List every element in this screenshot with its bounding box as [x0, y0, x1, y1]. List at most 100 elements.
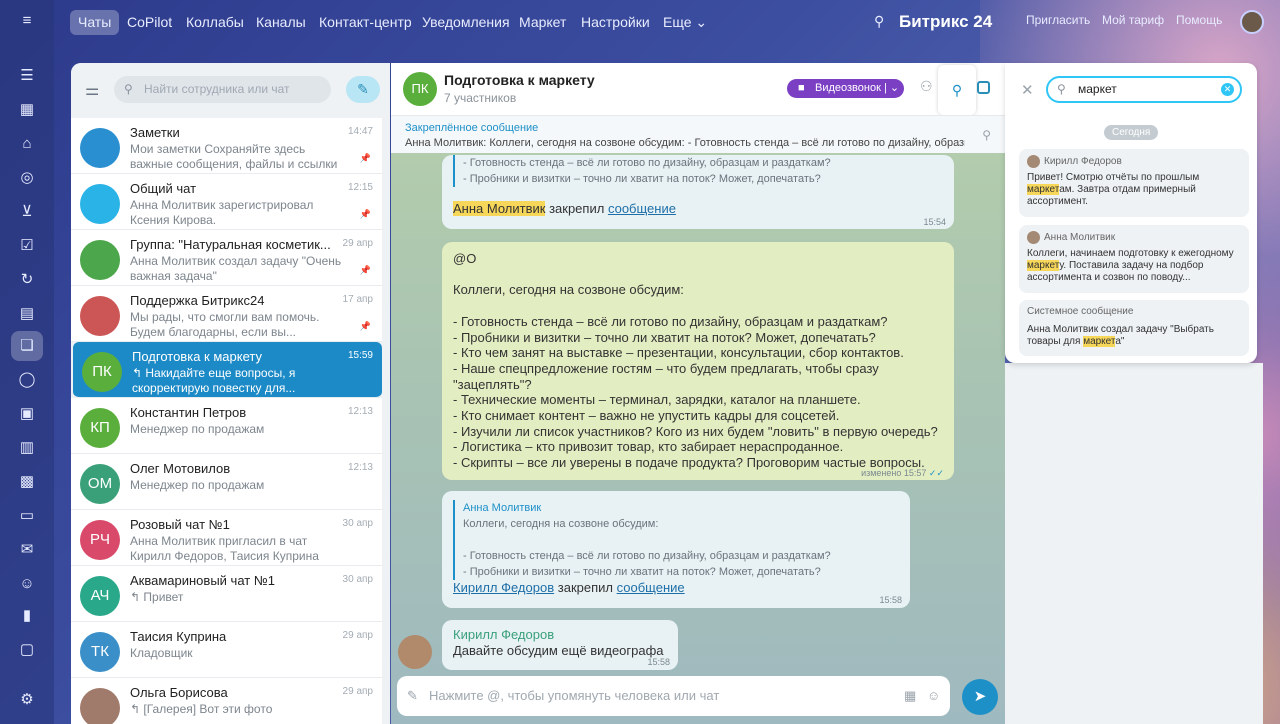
- bank-icon[interactable]: ⌂: [17, 134, 37, 154]
- add-user-icon[interactable]: ⚇: [920, 78, 933, 95]
- chat-list-item[interactable]: АЧ Аквамариновый чат №1 30 апр ↰ Привет: [71, 566, 382, 622]
- message-bubble[interactable]: Кирилл Федоров Давайте обсудим ещё видео…: [442, 620, 678, 670]
- message-link[interactable]: сообщение: [617, 580, 685, 595]
- search-result[interactable]: Системное сообщение Анна Молитвик создал …: [1019, 300, 1249, 356]
- tasks-icon[interactable]: ▦: [17, 100, 37, 120]
- chat-list-item[interactable]: ОМ Олег Мотовилов 12:13 Менеджер по продажа…: [71, 454, 382, 510]
- message-bubble-own[interactable]: @О Коллеги, сегодня на созвоне обсудим: …: [442, 242, 954, 480]
- chat-list-item[interactable]: КП Константин Петров 12:13 Менеджер по прод…: [71, 398, 382, 454]
- author-name[interactable]: Кирилл Федоров: [453, 627, 554, 642]
- chat-preview: Анна Молитвик зарегистрировал Ксения Кир…: [130, 198, 314, 227]
- tab-copilot[interactable]: CoPilot: [119, 10, 180, 35]
- chat-list-item[interactable]: Группа: "Натуральная косметик... 29 апр Ан…: [71, 230, 382, 286]
- chat-time: 30 апр: [342, 574, 373, 585]
- cart-icon[interactable]: ⊻: [17, 202, 37, 222]
- send-icon: ➤: [973, 688, 987, 705]
- chat-list-item[interactable]: Заметки 14:47 Мои заметки Сохраняйте здесь…: [71, 118, 382, 174]
- chat-preview: Менеджер по продажам: [130, 478, 265, 492]
- tariff-link[interactable]: Мой тариф: [1102, 13, 1164, 27]
- avatar: [80, 128, 120, 168]
- filter-icon[interactable]: ⚌: [85, 80, 99, 100]
- chat-list-item[interactable]: Поддержка Битрикс24 17 апр Мы рады, что см…: [71, 286, 382, 342]
- settings-icon[interactable]: ⚙: [17, 690, 37, 710]
- sidebar-toggle-icon[interactable]: [977, 81, 990, 94]
- users-icon[interactable]: ☺: [17, 574, 37, 594]
- chat-list-item[interactable]: ТК Таисия Куприна 29 апр Кладовщик: [71, 622, 382, 678]
- search-icon[interactable]: ⚲: [874, 13, 884, 30]
- pin-icon: 📌: [359, 321, 371, 331]
- search-panel: ✕ ⚲ маркет ✕ Сегодня Кирилл Федоров Приве…: [1005, 63, 1257, 363]
- chat-list-item[interactable]: РЧ Розовый чат №1 30 апр Анна Молитвик приг…: [71, 510, 382, 566]
- search-icon: ⚲: [1057, 82, 1066, 96]
- send-button[interactable]: ➤: [962, 679, 998, 715]
- board-icon[interactable]: ▩: [17, 472, 37, 492]
- search-result[interactable]: Кирилл Федоров Привет! Смотрю отчёты по п…: [1019, 149, 1249, 217]
- grid-icon[interactable]: ▦: [904, 688, 916, 704]
- tab-notifications[interactable]: Уведомления: [414, 10, 518, 35]
- chart-icon[interactable]: ▮: [17, 606, 37, 626]
- menu-icon[interactable]: ≡: [17, 11, 37, 31]
- search-result[interactable]: Анна Молитвик Коллеги, начинаем подготовк…: [1019, 225, 1249, 293]
- chat-avatar: ПК: [403, 72, 437, 106]
- tab-chats[interactable]: Чаты: [70, 10, 120, 35]
- tab-contact-center[interactable]: Контакт-центр: [311, 10, 420, 35]
- target-icon[interactable]: ◎: [17, 168, 37, 188]
- message-bubble[interactable]: Анна Молитвик Коллеги, сегодня на созвон…: [442, 491, 910, 608]
- card-icon[interactable]: ▢: [17, 640, 37, 660]
- message-link[interactable]: сообщение: [608, 201, 676, 216]
- document-icon[interactable]: ▤: [17, 304, 37, 324]
- search-input[interactable]: ⚲ Найти сотрудника или чат: [114, 76, 331, 103]
- search-highlight: маркет: [1027, 184, 1060, 195]
- quote-author: Анна Молитвик: [463, 502, 542, 514]
- avatar[interactable]: [1240, 10, 1264, 34]
- avatar[interactable]: [398, 635, 432, 669]
- chats-icon[interactable]: ❏: [11, 331, 43, 361]
- result-author: Системное сообщение: [1027, 306, 1134, 317]
- message-time: 15:58: [647, 657, 670, 667]
- search-field[interactable]: ⚲ маркет ✕: [1046, 76, 1242, 103]
- compose-button[interactable]: ✎: [346, 76, 380, 103]
- avatar: [80, 688, 120, 724]
- pin-icon[interactable]: ⚲: [982, 128, 991, 142]
- chat-subtitle[interactable]: 7 участников: [444, 91, 516, 105]
- help-link[interactable]: Помощь: [1176, 13, 1222, 27]
- chat-name: Общий чат: [130, 181, 197, 196]
- calendar-icon[interactable]: ▣: [17, 404, 37, 424]
- tab-market[interactable]: Маркет: [511, 10, 574, 35]
- message-text: Давайте обсудим ещё видеографа: [453, 643, 664, 658]
- author-name[interactable]: Кирилл Федоров: [453, 580, 554, 595]
- tab-collabs[interactable]: Коллабы: [178, 10, 252, 35]
- message-bubble[interactable]: - Готовность стенда – всё ли готово по д…: [442, 155, 954, 229]
- chat-preview: Анна Молитвик создал задачу "Очень важна…: [130, 254, 342, 283]
- chat-list-item[interactable]: Ольга Борисова 29 апр ↰ [Галерея] Вот эти …: [71, 678, 382, 724]
- tab-more[interactable]: Еще ⌄: [655, 10, 715, 35]
- author-name[interactable]: Анна Молитвик: [453, 201, 546, 216]
- mail-icon[interactable]: ✉: [17, 540, 37, 560]
- chat-list-item[interactable]: Общий чат 12:15 Анна Молитвик зарегистриро…: [71, 174, 382, 230]
- search-button[interactable]: ⚲: [938, 65, 976, 115]
- tab-channels[interactable]: Каналы: [248, 10, 314, 35]
- invite-link[interactable]: Пригласить: [1026, 13, 1090, 27]
- clear-icon[interactable]: ✕: [1221, 83, 1234, 96]
- attach-icon[interactable]: ✎: [407, 688, 418, 704]
- pinned-message-bar[interactable]: Закреплённое сообщение Анна Молитвик: Ко…: [391, 115, 1005, 153]
- chat-name: Подготовка к маркету: [132, 349, 262, 364]
- drive-icon[interactable]: ▭: [17, 506, 37, 526]
- video-call-button[interactable]: ■ Видеозвонок | ⌄: [787, 79, 904, 98]
- chat-list-item[interactable]: ПК Подготовка к маркету 15:59 ↰ Накидайте е…: [73, 342, 382, 398]
- video-call-label: Видеозвонок: [815, 82, 881, 94]
- message-input[interactable]: ✎ Нажмите @, чтобы упомянуть человека ил…: [397, 676, 950, 716]
- tab-settings[interactable]: Настройки: [573, 10, 658, 35]
- file-icon[interactable]: ▥: [17, 438, 37, 458]
- smile-icon[interactable]: ☺: [927, 688, 940, 703]
- chat-preview: Мои заметки Сохраняйте здесь важные сооб…: [130, 142, 338, 171]
- feed-icon[interactable]: ☰: [17, 66, 37, 86]
- chat-name: Олег Мотовилов: [130, 461, 231, 476]
- circle-icon[interactable]: ◯: [17, 370, 37, 390]
- close-icon[interactable]: ✕: [1021, 81, 1034, 99]
- chat-title[interactable]: Подготовка к маркету: [444, 72, 595, 88]
- search-icon: ⚲: [124, 82, 133, 96]
- chat-preview: Менеджер по продажам: [130, 422, 265, 436]
- checkbox-icon[interactable]: ☑: [17, 236, 37, 256]
- refresh-icon[interactable]: ↻: [17, 270, 37, 290]
